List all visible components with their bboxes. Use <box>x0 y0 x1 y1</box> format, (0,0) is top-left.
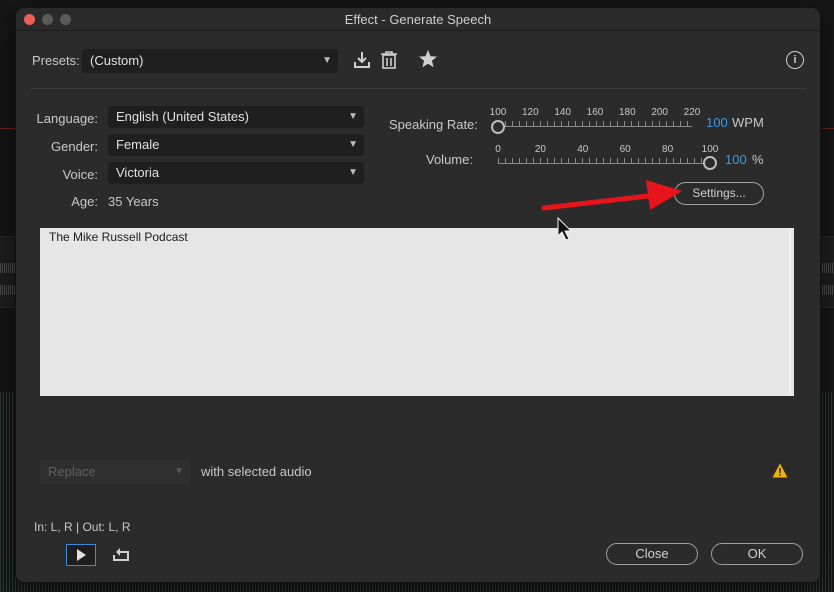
download-icon[interactable] <box>352 50 372 73</box>
gender-value: Female <box>116 137 160 152</box>
volume-tick-label: 40 <box>577 144 589 155</box>
chevron-down-icon: ▼ <box>348 139 358 150</box>
output-mode-select: Replace ▼ <box>40 460 190 484</box>
age-label: Age: <box>71 194 98 209</box>
speaking-rate-track[interactable] <box>498 126 692 127</box>
speaking-rate-tick-label: 160 <box>586 107 604 118</box>
ok-button[interactable]: OK <box>711 543 803 565</box>
chevron-down-icon: ▼ <box>174 466 184 477</box>
speaking-rate-label: Speaking Rate: <box>389 117 478 132</box>
volume-tick-label: 60 <box>619 144 631 155</box>
voice-label: Voice: <box>62 167 98 182</box>
text-scrollbar[interactable] <box>789 228 791 396</box>
gender-label: Gender: <box>51 139 98 154</box>
chevron-down-icon: ▼ <box>348 167 358 178</box>
speaking-rate-tick-label: 220 <box>683 107 701 118</box>
volume-unit: % <box>752 152 764 167</box>
io-channels-label: In: L, R | Out: L, R <box>34 520 131 534</box>
volume-slider-thumb[interactable] <box>703 156 717 170</box>
volume-ticks: 0 20 40 60 80 100 <box>495 144 718 156</box>
language-label: Language: <box>36 111 98 126</box>
chevron-down-icon: ▼ <box>348 111 358 122</box>
speaking-rate-unit: WPM <box>732 115 764 130</box>
volume-tick-label: 80 <box>662 144 674 155</box>
speaking-rate-value[interactable]: 100 <box>706 115 728 130</box>
trash-icon[interactable] <box>380 50 398 73</box>
volume-track[interactable] <box>498 163 710 164</box>
presets-row: Presets: (Custom) ▼ i <box>32 48 804 74</box>
header-divider <box>30 88 806 89</box>
play-icon <box>77 549 86 561</box>
window-title: Effect - Generate Speech <box>344 12 492 27</box>
settings-button[interactable]: Settings... <box>674 182 764 205</box>
volume-tick-label: 100 <box>701 144 719 155</box>
voice-value: Victoria <box>116 165 160 180</box>
volume-value[interactable]: 100 <box>725 152 747 167</box>
speaking-rate-tick-label: 200 <box>651 107 668 118</box>
output-mode-suffix: with selected audio <box>201 464 312 479</box>
chevron-down-icon: ▼ <box>322 55 332 66</box>
presets-select[interactable]: (Custom) ▼ <box>82 49 338 73</box>
speaking-rate-tick-label: 100 <box>489 107 507 118</box>
speaking-rate-slider-thumb[interactable] <box>491 120 505 134</box>
warning-icon[interactable] <box>772 463 788 481</box>
info-icon[interactable]: i <box>786 51 804 69</box>
speaking-rate-tick-label: 140 <box>554 107 571 118</box>
voice-select[interactable]: Victoria ▼ <box>108 162 364 184</box>
star-icon[interactable] <box>418 49 438 72</box>
gender-select[interactable]: Female ▼ <box>108 134 364 156</box>
output-mode-value: Replace <box>48 464 96 479</box>
title-bar[interactable]: Effect - Generate Speech <box>16 8 820 31</box>
play-button[interactable] <box>66 544 96 566</box>
language-select[interactable]: English (United States) ▼ <box>108 106 364 128</box>
volume-tick-label: 0 <box>495 144 501 155</box>
volume-label: Volume: <box>426 152 473 167</box>
loop-icon[interactable] <box>112 546 130 565</box>
presets-label: Presets: <box>32 53 80 68</box>
presets-value: (Custom) <box>90 53 144 68</box>
language-value: English (United States) <box>116 109 249 124</box>
speech-text-input[interactable]: The Mike Russell Podcast <box>40 228 794 396</box>
speaking-rate-ticks: 100 120 140 160 180 200 220 <box>490 107 701 119</box>
speaking-rate-tick-label: 120 <box>521 107 539 118</box>
speaking-rate-tick-label: 180 <box>618 107 636 118</box>
volume-tick-label: 20 <box>534 144 546 155</box>
generate-speech-dialog: Effect - Generate Speech Presets: (Custo… <box>16 8 820 582</box>
age-value: 35 Years <box>108 194 159 209</box>
close-button[interactable]: Close <box>606 543 698 565</box>
